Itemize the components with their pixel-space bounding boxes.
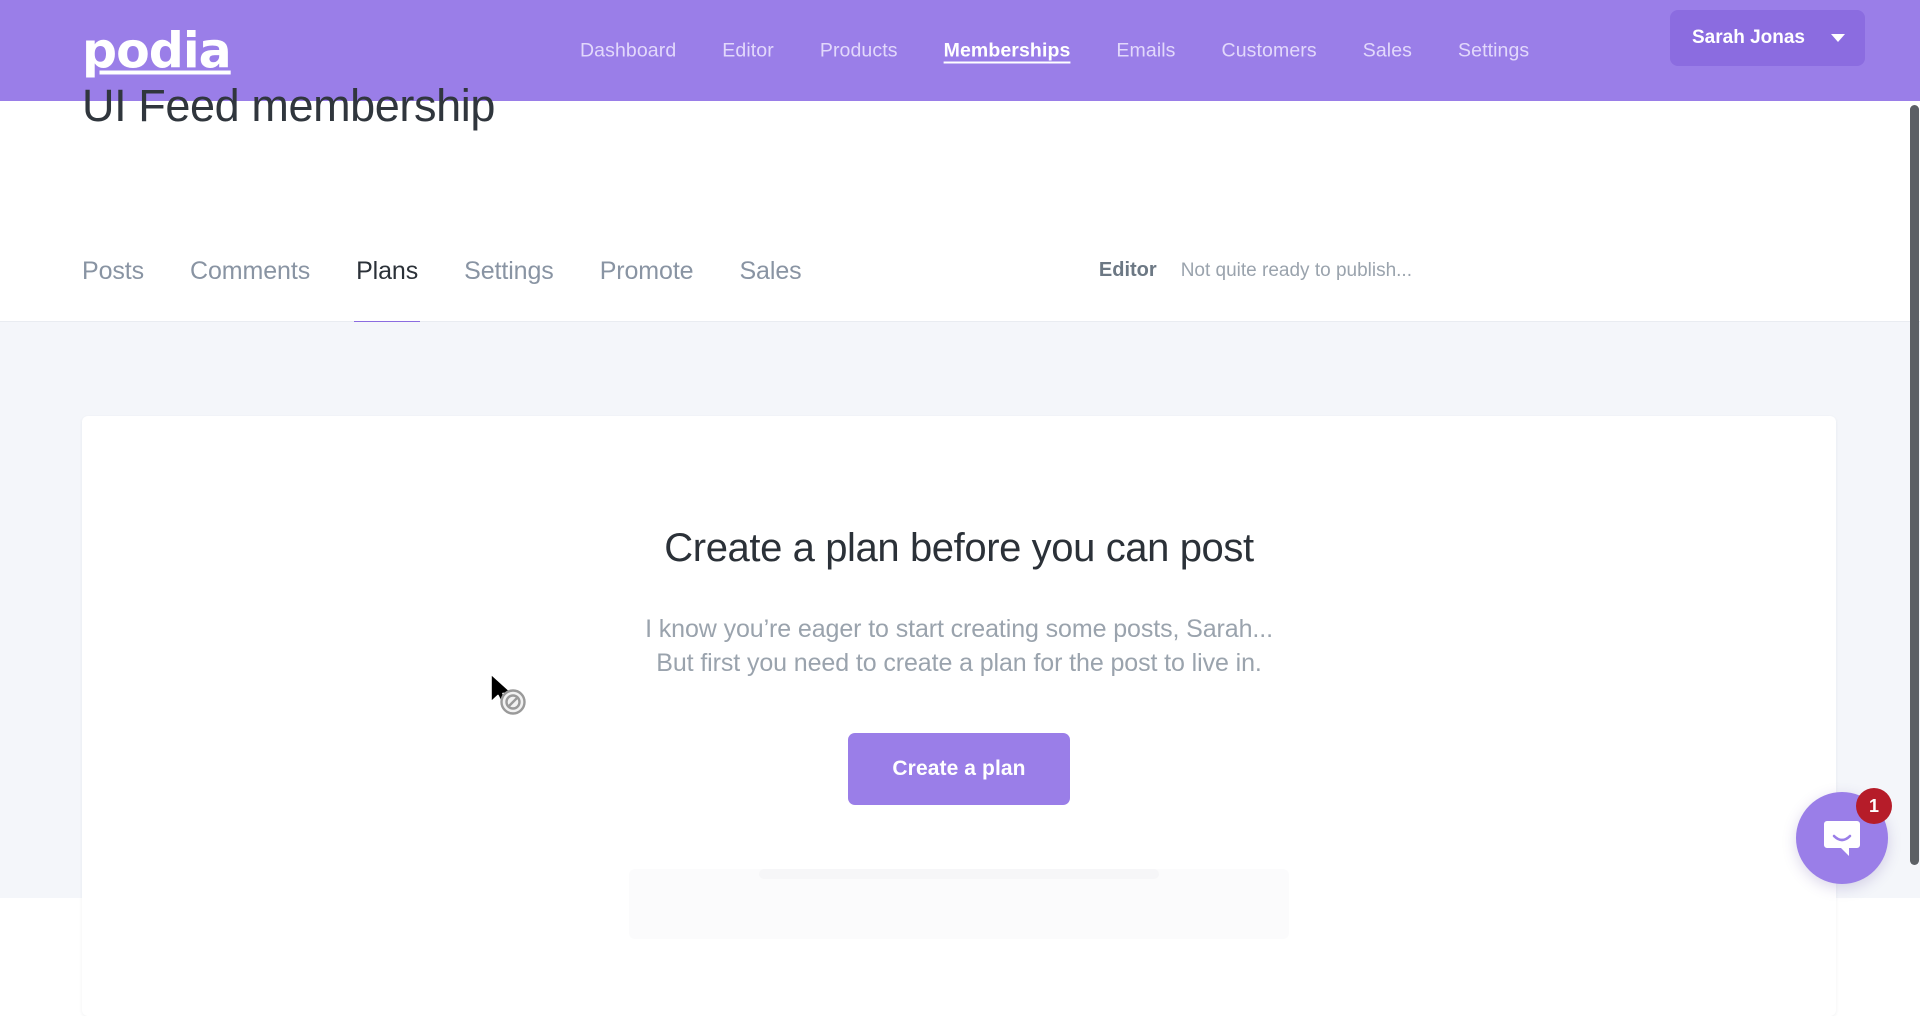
publish-status-message: Not quite ready to publish... <box>1180 260 1412 281</box>
publish-status: Editor Not quite ready to publish... <box>1099 259 1412 282</box>
nav-item-customers[interactable]: Customers <box>1222 39 1317 62</box>
tab-settings[interactable]: Settings <box>464 257 554 324</box>
nav-item-settings[interactable]: Settings <box>1458 39 1529 62</box>
tab-comments[interactable]: Comments <box>190 257 310 324</box>
primary-nav-links: Dashboard Editor Products Memberships Em… <box>580 39 1529 62</box>
plans-card: Create a plan before you can post I know… <box>82 416 1836 1016</box>
nav-item-memberships[interactable]: Memberships <box>944 39 1071 62</box>
create-a-plan-button[interactable]: Create a plan <box>848 732 1070 805</box>
chevron-down-icon <box>1831 34 1845 42</box>
vertical-scrollbar[interactable] <box>1907 101 1920 898</box>
empty-state-line-2: But first you need to create a plan for … <box>656 648 1262 677</box>
editor-link[interactable]: Editor <box>1099 259 1157 282</box>
tab-sales[interactable]: Sales <box>739 257 801 324</box>
main-content-area: Create a plan before you can post I know… <box>0 322 1920 1016</box>
chat-unread-badge: 1 <box>1856 788 1892 824</box>
page-tabs: Posts Comments Plans Settings Promote Sa… <box>82 257 802 324</box>
nav-item-sales[interactable]: Sales <box>1363 39 1412 62</box>
podia-logo[interactable]: podia <box>82 26 232 75</box>
empty-state-line-1: I know you’re eager to start creating so… <box>645 615 1273 643</box>
nav-item-editor[interactable]: Editor <box>722 39 774 62</box>
tab-promote[interactable]: Promote <box>600 257 694 324</box>
tab-posts[interactable]: Posts <box>82 257 144 324</box>
user-menu-button[interactable]: Sarah Jonas <box>1670 10 1865 66</box>
empty-state: Create a plan before you can post I know… <box>82 416 1836 939</box>
nav-item-products[interactable]: Products <box>820 39 898 62</box>
page-title: UI Feed membership <box>82 80 495 131</box>
user-menu-label: Sarah Jonas <box>1692 27 1805 48</box>
chat-launcher-button[interactable]: 1 <box>1796 788 1892 884</box>
nav-item-dashboard[interactable]: Dashboard <box>580 39 676 62</box>
placeholder-bar <box>759 868 1159 879</box>
page-header: UI Feed membership Posts Comments Plans … <box>0 80 1920 324</box>
chat-bubble-icon <box>1824 821 1860 856</box>
empty-state-heading: Create a plan before you can post <box>664 526 1254 570</box>
placeholder-block <box>629 868 1289 939</box>
page-tab-row: Posts Comments Plans Settings Promote Sa… <box>82 229 1920 324</box>
tab-plans[interactable]: Plans <box>354 257 421 324</box>
nav-item-emails[interactable]: Emails <box>1116 39 1175 62</box>
scrollbar-thumb[interactable] <box>1910 105 1919 865</box>
